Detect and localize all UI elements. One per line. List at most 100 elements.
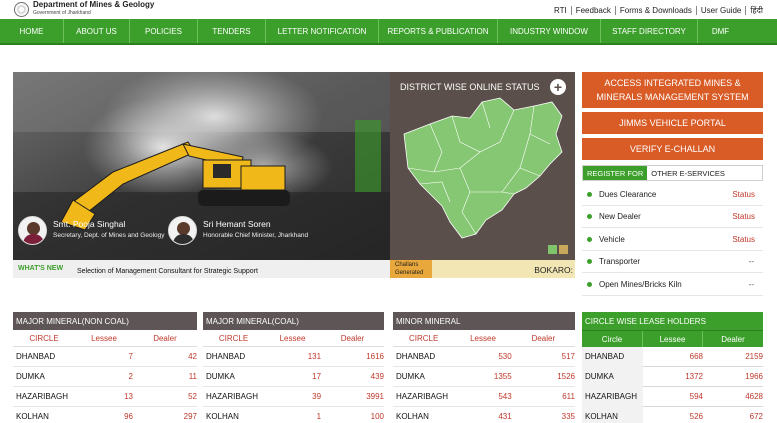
nav-staff-directory[interactable]: STAFF DIRECTORY — [601, 19, 698, 43]
cell-lessee[interactable]: 13 — [75, 392, 133, 401]
nav-letter-notification[interactable]: LETTER NOTIFICATION — [266, 19, 379, 43]
lease-cell-lessee[interactable]: 668 — [643, 352, 703, 361]
table-row: KOLHAN 1 100 — [203, 407, 384, 423]
whats-new-ticker: WHAT'S NEW Selection of Management Consu… — [13, 260, 390, 278]
cell-circle: DHANBAD — [16, 352, 56, 361]
hero-slider[interactable]: Smt. Pooja Singhal Secretary, Dept. of M… — [13, 72, 390, 260]
lease-cell-lessee[interactable]: 1372 — [643, 372, 703, 381]
lease-cell-dealer[interactable]: 2159 — [703, 352, 763, 361]
table-row: DHANBAD 530 517 — [393, 347, 575, 367]
lease-cell-circle: DHANBAD — [582, 346, 643, 367]
challans-district-value: BOKARO: — [534, 265, 573, 275]
eservice-row-new-dealer[interactable]: New Dealer Status — [582, 206, 763, 228]
eservice-row-vehicle[interactable]: Vehicle Status — [582, 229, 763, 251]
lease-cell-dealer[interactable]: 672 — [703, 412, 763, 421]
jimms-vehicle-portal-button[interactable]: JIMMS VEHICLE PORTAL — [582, 112, 763, 134]
eservice-label[interactable]: Dues Clearance — [599, 190, 732, 199]
nav-industry-window[interactable]: INDUSTRY WINDOW — [498, 19, 601, 43]
cell-lessee[interactable]: 39 — [264, 392, 321, 401]
cell-dealer[interactable]: 335 — [512, 412, 575, 421]
chief-minister-avatar — [168, 216, 197, 245]
jharkhand-district-map[interactable] — [390, 72, 575, 260]
eservice-label[interactable]: New Dealer — [599, 212, 732, 221]
nav-about-us[interactable]: ABOUT US — [64, 19, 130, 43]
challans-ticker: Challans Generated BOKARO: — [390, 260, 575, 278]
nav-dmf[interactable]: DMF — [698, 19, 743, 43]
forms-downloads-link[interactable]: Forms & Downloads — [614, 6, 696, 15]
lease-cell-lessee[interactable]: 594 — [643, 392, 703, 401]
rti-link[interactable]: RTI — [550, 6, 571, 15]
eservice-label[interactable]: Open Mines/Bricks Kiln — [599, 280, 749, 289]
whats-new-item[interactable]: Selection of Management Consultant for S… — [77, 268, 258, 275]
cell-dealer[interactable]: 11 — [133, 372, 197, 381]
table-title: MAJOR MINERAL(NON COAL) — [13, 312, 197, 330]
table-row: DUMKA 1355 1526 — [393, 367, 575, 387]
table-header: Circle Lessee Dealer — [203, 330, 384, 347]
legend-gold-square-icon — [559, 245, 568, 254]
cell-lessee[interactable]: 96 — [75, 412, 133, 421]
eservice-row-transporter[interactable]: Transporter -- — [582, 251, 763, 273]
cell-lessee[interactable]: 7 — [75, 352, 133, 361]
cell-lessee[interactable]: 1355 — [454, 372, 512, 381]
state-emblem-logo[interactable] — [14, 2, 29, 17]
eservice-label[interactable]: Vehicle — [599, 235, 732, 244]
nav-reports-publication[interactable]: REPORTS & PUBLICATION — [379, 19, 498, 43]
tab-register-for[interactable]: REGISTER FOR — [583, 166, 648, 180]
bullet-icon — [587, 282, 592, 287]
lease-cell-dealer[interactable]: 4628 — [703, 392, 763, 401]
eservice-status-link[interactable]: Status — [732, 212, 755, 221]
eservice-status-placeholder: -- — [748, 280, 754, 289]
cell-dealer[interactable]: 1616 — [321, 352, 384, 361]
cell-lessee[interactable]: 431 — [454, 412, 511, 421]
lease-cell-circle: HAZARIBAGH — [582, 386, 643, 407]
lease-cell-lessee[interactable]: 526 — [643, 412, 703, 421]
cell-dealer[interactable]: 3991 — [321, 392, 384, 401]
cell-lessee[interactable]: 17 — [264, 372, 321, 381]
department-title: Department of Mines & Geology — [33, 0, 155, 9]
cell-circle: HAZARIBAGH — [16, 392, 69, 401]
nav-policies[interactable]: POLICIES — [130, 19, 198, 43]
user-guide-link[interactable]: User Guide — [695, 6, 745, 15]
table-row: DHANBAD 7 42 — [13, 347, 197, 367]
table-major-mineral-non-coal: MAJOR MINERAL(NON COAL) Circle Lessee De… — [13, 312, 197, 423]
cell-lessee[interactable]: 2 — [75, 372, 133, 381]
eservice-label[interactable]: Transporter — [599, 257, 749, 266]
bullet-icon — [587, 192, 592, 197]
verify-e-challan-button[interactable]: VERIFY E-CHALLAN — [582, 138, 763, 160]
eservice-row-dues-clearance[interactable]: Dues Clearance Status — [582, 184, 763, 206]
nav-tenders[interactable]: TENDERS — [198, 19, 266, 43]
table-row: KOLHAN 96 297 — [13, 407, 197, 423]
chief-minister-title: Honorable Chief Minister, Jharkhand — [203, 232, 309, 239]
access-jimms-button[interactable]: ACCESS INTEGRATED MINES & MINERALS MANAG… — [582, 72, 763, 108]
cell-lessee[interactable]: 543 — [454, 392, 511, 401]
lease-col-dealer: Dealer — [721, 334, 745, 344]
lease-cell-dealer[interactable]: 1966 — [703, 372, 763, 381]
cell-dealer[interactable]: 52 — [133, 392, 197, 401]
cell-dealer[interactable]: 517 — [512, 352, 575, 361]
table-header: Circle Lessee Dealer — [393, 330, 575, 347]
lease-header: Circle Lessee Dealer — [582, 330, 763, 347]
cell-lessee[interactable]: 1 — [264, 412, 321, 421]
cell-circle: DHANBAD — [396, 352, 436, 361]
eservice-row-open-mines[interactable]: Open Mines/Bricks Kiln -- — [582, 274, 763, 296]
department-subtitle: Government of Jharkhand — [33, 10, 91, 16]
top-links: RTI Feedback Forms & Downloads User Guid… — [550, 6, 767, 15]
cell-dealer[interactable]: 42 — [133, 352, 197, 361]
eservice-status-link[interactable]: Status — [732, 235, 755, 244]
cell-dealer[interactable]: 611 — [512, 392, 575, 401]
nav-home[interactable]: HOME — [0, 19, 64, 43]
cell-dealer[interactable]: 1526 — [512, 372, 575, 381]
hindi-language-link[interactable]: हिंदी — [745, 6, 767, 15]
eservice-status-link[interactable]: Status — [732, 190, 755, 199]
cell-dealer[interactable]: 297 — [133, 412, 197, 421]
cell-lessee[interactable]: 530 — [454, 352, 511, 361]
cell-dealer[interactable]: 439 — [321, 372, 384, 381]
cell-dealer[interactable]: 100 — [321, 412, 384, 421]
col-dealer: Dealer — [340, 333, 365, 343]
tab-other-eservices[interactable]: OTHER E-SERVICES — [647, 166, 729, 180]
feedback-link[interactable]: Feedback — [570, 6, 615, 15]
table-row: HAZARIBAGH 13 52 — [13, 387, 197, 407]
cell-lessee[interactable]: 131 — [264, 352, 321, 361]
table-minor-mineral: MINOR MINERAL Circle Lessee Dealer DHANB… — [393, 312, 575, 423]
table-row: DUMKA 2 11 — [13, 367, 197, 387]
